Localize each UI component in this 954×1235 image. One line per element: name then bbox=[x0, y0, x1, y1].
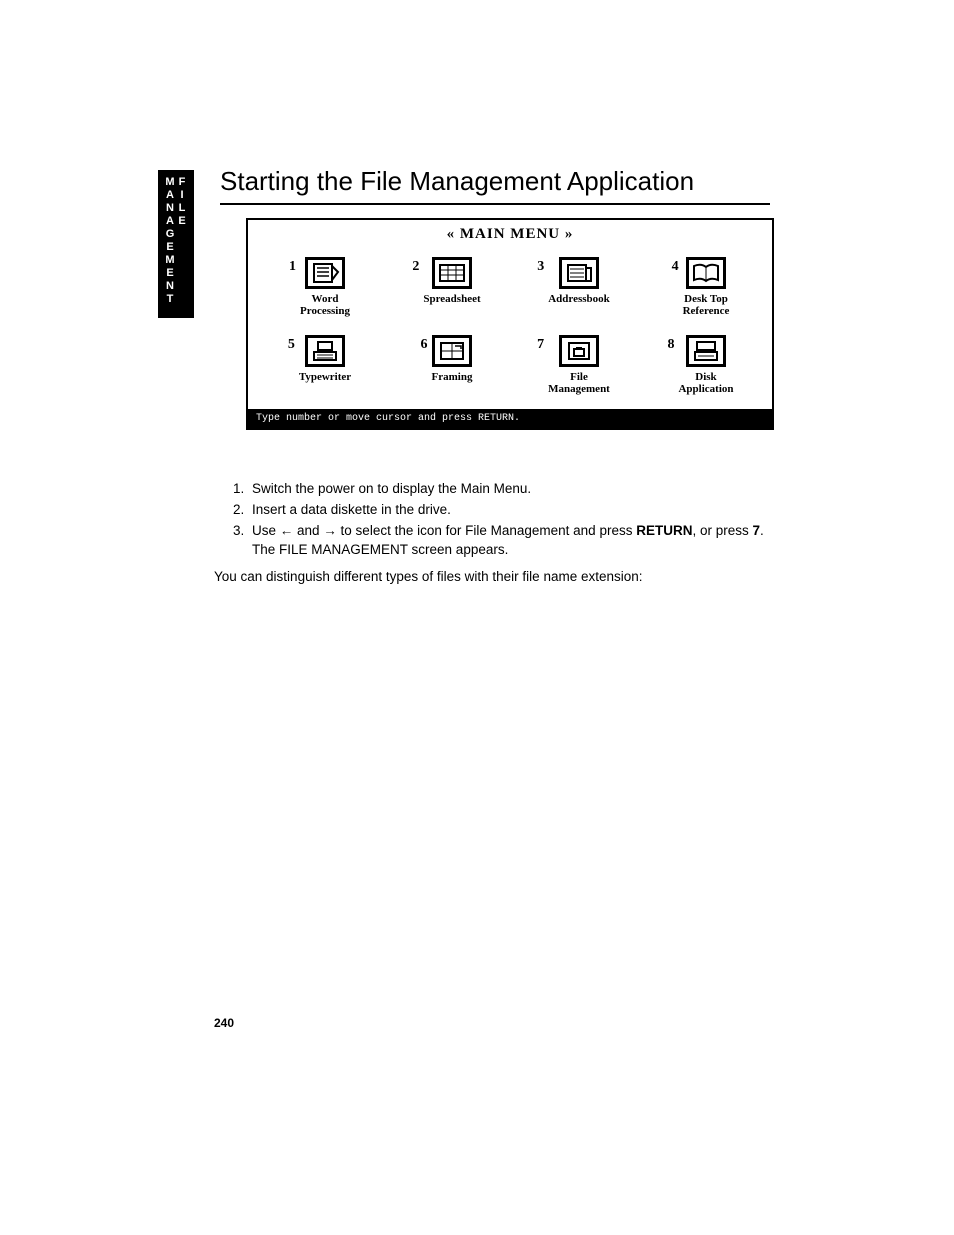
disk-icon bbox=[686, 335, 726, 367]
instructions: Switch the power on to display the Main … bbox=[214, 480, 774, 586]
menu-row-2: 5 Typewriter 6 Framing 7 bbox=[248, 331, 772, 409]
menu-num: 7 bbox=[537, 337, 544, 353]
menu-item-framing: 6 Framing bbox=[387, 335, 507, 395]
menu-header: « MAIN MENU » bbox=[248, 220, 772, 253]
menu-label: Desk TopReference bbox=[683, 293, 730, 317]
menu-num: 1 bbox=[289, 259, 296, 275]
left-arrow: ← bbox=[280, 523, 294, 538]
page-title: Starting the File Management Application bbox=[220, 166, 770, 205]
prompt-bar: Type number or move cursor and press RET… bbox=[248, 409, 772, 428]
menu-num: 3 bbox=[537, 259, 544, 275]
file-management-icon bbox=[559, 335, 599, 367]
menu-label: Addressbook bbox=[548, 293, 610, 305]
menu-num: 4 bbox=[672, 259, 679, 275]
menu-item-spreadsheet: 2 Spreadsheet bbox=[387, 257, 507, 317]
menu-item-typewriter: 5 Typewriter bbox=[260, 335, 380, 395]
menu-label: FileManagement bbox=[548, 371, 610, 395]
step-1: Switch the power on to display the Main … bbox=[248, 480, 774, 499]
menu-label: Spreadsheet bbox=[423, 293, 480, 305]
typewriter-icon bbox=[305, 335, 345, 367]
menu-item-word-processing: 1 WordProcessing bbox=[260, 257, 380, 317]
word-processing-icon bbox=[305, 257, 345, 289]
menu-num: 8 bbox=[667, 337, 674, 353]
menu-item-desktop-reference: 4 Desk TopReference bbox=[641, 257, 761, 317]
menu-item-disk-application: 8 DiskApplication bbox=[641, 335, 761, 395]
step-2: Insert a data diskette in the drive. bbox=[248, 501, 774, 520]
menu-label: Framing bbox=[432, 371, 473, 383]
framing-icon bbox=[432, 335, 472, 367]
menu-label: WordProcessing bbox=[300, 293, 350, 317]
menu-row-1: 1 WordProcessing 2 Spreadsheet 3 bbox=[248, 253, 772, 331]
step-3: Use ← and → to select the icon for File … bbox=[248, 522, 774, 560]
book-icon bbox=[686, 257, 726, 289]
seven-key: 7 bbox=[752, 523, 760, 538]
page-number: 240 bbox=[214, 1016, 234, 1030]
menu-label: DiskApplication bbox=[678, 371, 733, 395]
note-text: You can distinguish different types of f… bbox=[214, 568, 774, 587]
menu-num: 2 bbox=[412, 259, 419, 275]
menu-item-addressbook: 3 Addressbook bbox=[514, 257, 634, 317]
menu-label: Typewriter bbox=[299, 371, 351, 383]
menu-item-file-management: 7 FileManagement bbox=[514, 335, 634, 395]
menu-num: 6 bbox=[421, 337, 428, 353]
return-key: RETURN bbox=[636, 523, 692, 538]
main-menu-screenshot: « MAIN MENU » 1 WordProcessing 2 Spreads… bbox=[246, 218, 774, 430]
menu-num: 5 bbox=[288, 337, 295, 353]
right-arrow: → bbox=[323, 523, 337, 538]
addressbook-icon bbox=[559, 257, 599, 289]
spreadsheet-icon bbox=[432, 257, 472, 289]
section-tab-label: FILE MANAGEMENT bbox=[164, 176, 188, 312]
section-tab: FILE MANAGEMENT bbox=[158, 170, 194, 318]
